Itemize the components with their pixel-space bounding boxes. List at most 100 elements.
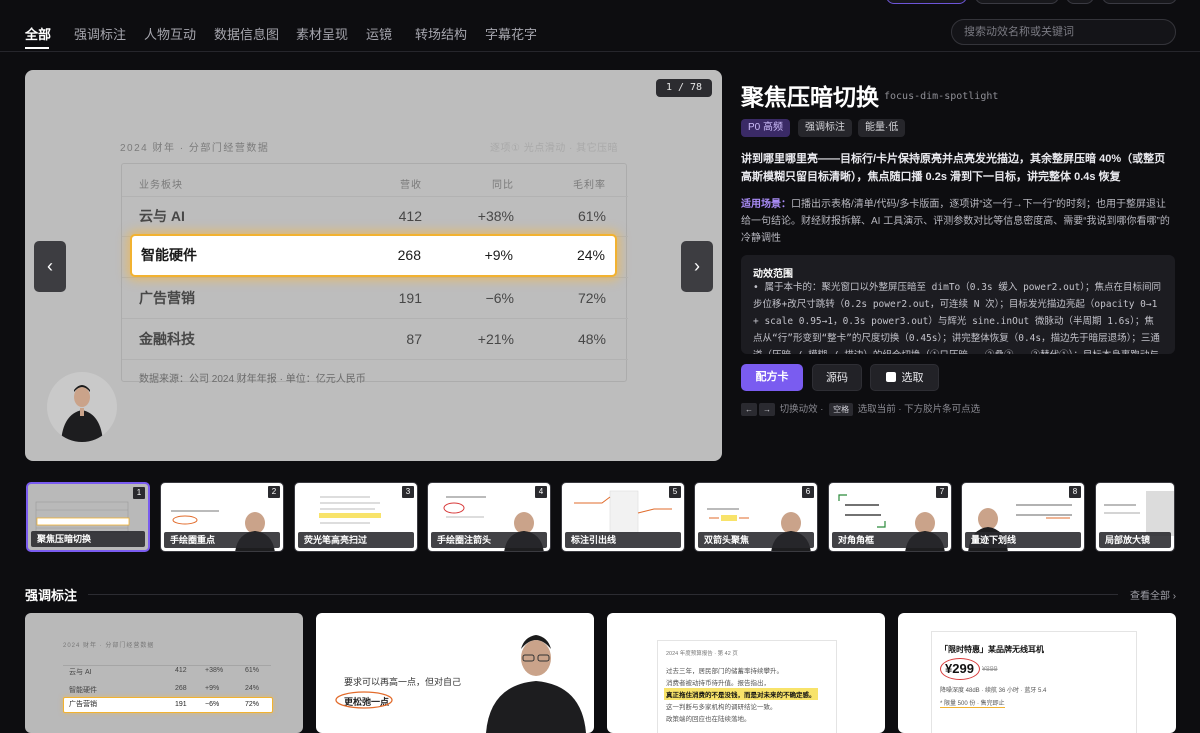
thumb-number: 4 (535, 486, 547, 498)
filmstrip-item-4[interactable]: 4 手绘圈注箭头 (427, 482, 551, 552)
card-doc-header: 2024 年度预算报告 · 第 42 页 (666, 651, 738, 657)
filmstrip-item-1[interactable]: 1 聚焦压暗切换 (26, 482, 150, 552)
slide-hint: 逐项① 光点滑动 · 其它压暗 (490, 143, 619, 154)
card-old-price: ¥899 (982, 666, 998, 673)
filmstrip-item-3[interactable]: 3 荧光笔高亮扫过 (294, 482, 418, 552)
slide-title: 2024 财年 · 分部门经营数据 (120, 143, 270, 154)
card-doc-highlight-line: 真正拖住消费的不是没钱，而是对未来的不确定感。 (664, 688, 818, 700)
card-product-note: * 限量 500 份 · 售完即止 (940, 698, 1005, 708)
search-input[interactable] (951, 19, 1176, 45)
preview-stage: 2024 财年 · 分部门经营数据 逐项① 光点滑动 · 其它压暗 业务板块 营… (25, 70, 722, 461)
table-header-yoy: 同比 (492, 180, 514, 191)
table-row: 广告营销 191 −6% 72% (122, 278, 628, 318)
thumb-label: 手绘圈重点 (164, 532, 280, 548)
cell-yoy: +9% (484, 247, 513, 263)
tab-emphasis[interactable]: 强调标注 (74, 24, 126, 43)
cell-yoy: +38% (477, 208, 514, 224)
recipe-card-button[interactable]: 配方卡 (741, 364, 803, 391)
cell-yoy: −6% (485, 290, 514, 306)
tab-subtitle-text[interactable]: 字幕花字 (485, 24, 537, 43)
thumb-label: 手绘圈注箭头 (431, 532, 547, 548)
tab-camera-move[interactable]: 运镜 (366, 24, 392, 43)
source-code-button[interactable]: 源码 (812, 364, 862, 391)
table-row: 云与 AI 412 +38% 61% (122, 196, 628, 236)
effect-card-1[interactable]: 2024 财年 · 分部门经营数据 云与 AI 412 +38% 61% 智能硬… (25, 613, 303, 733)
effect-card-4[interactable]: 「限时特惠」某品牌无线耳机 ¥299 ¥899 降噪深度 48dB · 续航 3… (898, 613, 1176, 733)
card-cell: 72% (245, 701, 260, 708)
tab-transition[interactable]: 转场结构 (415, 24, 467, 43)
select-label: 选取 (901, 372, 924, 384)
thumb-number: 1 (133, 487, 145, 499)
hint-text-switch: 切换动效 · (779, 404, 824, 415)
effect-range-text: • 属于本卡的：聚光窗口以外整屏压暗至 dimTo（0.3s 缓入 power2… (753, 282, 1162, 354)
card-highlight-row: 广告营销 191 −6% 72% (63, 697, 273, 713)
card-cell: +9% (205, 685, 220, 692)
tab-material[interactable]: 素材呈现 (296, 24, 348, 43)
cell-margin: 48% (577, 331, 606, 347)
filmstrip-item-6[interactable]: 6 双箭头聚焦 (694, 482, 818, 552)
card-cell: 智能硬件 (69, 687, 97, 694)
card-document: 2024 年度预算报告 · 第 42 页 过去三年，居民部门的储蓄率持续攀升。 … (657, 640, 837, 733)
filmstrip-item-2[interactable]: 2 手绘圈重点 (160, 482, 284, 552)
prev-slide-button[interactable]: ‹ (34, 241, 66, 292)
thumb-label: 局部放大镜 (1099, 532, 1171, 548)
effect-description: 讲到哪里哪里亮——目标行/卡片保持原亮并点亮发光描边，其余整屏压暗 40%（或整… (741, 153, 1166, 183)
effect-range-panel[interactable]: 动效范围 • 属于本卡的：聚光窗口以外整屏压暗至 dimTo（0.3s 缓入 p… (741, 255, 1175, 354)
next-slide-button[interactable]: › (681, 241, 713, 292)
cell-segment: 智能硬件 (141, 247, 197, 263)
card-row: 智能硬件 268 +9% 24% (69, 685, 269, 695)
thumb-number: 5 (669, 486, 681, 498)
card-cell: 191 (175, 701, 187, 708)
effect-range-title: 动效范围 (753, 269, 793, 280)
tab-data-infographic[interactable]: 数据信息图 (214, 24, 279, 43)
card-product: 「限时特惠」某品牌无线耳机 ¥299 ¥899 降噪深度 48dB · 续航 3… (931, 631, 1137, 733)
filmstrip-item-5[interactable]: 5 标注引出线 (561, 482, 685, 552)
cell-revenue: 268 (397, 247, 421, 263)
cell-segment: 云与 AI (139, 208, 185, 224)
effect-card-2[interactable]: 要求可以再高一点，但对自己 更松弛一点 (316, 613, 594, 733)
tab-character[interactable]: 人物互动 (144, 24, 196, 43)
filmstrip-item-9[interactable]: 局部放大镜 (1095, 482, 1175, 552)
table-divider (122, 359, 628, 360)
section-title: 强调标注 (25, 588, 78, 603)
card-product-title: 「限时特惠」某品牌无线耳机 (940, 645, 1044, 654)
keyboard-hint: ← → 切换动效 · 空格 选取当前 · 下方胶片条可点选 (741, 401, 980, 416)
table-header-margin: 毛利率 (573, 180, 606, 191)
presenter-avatar (47, 372, 117, 442)
presenter-figure-icon (61, 385, 103, 442)
cell-segment: 广告营销 (139, 290, 195, 306)
thumb-number: 7 (936, 486, 948, 498)
checkbox-icon (885, 372, 896, 382)
category-nav: 全部 强调标注 人物互动 数据信息图 素材呈现 运镜 转场结构 字幕花字 (0, 0, 1200, 52)
view-all-link[interactable]: 查看全部 › (1130, 587, 1176, 602)
tab-all[interactable]: 全部 (25, 24, 51, 43)
cell-revenue: 87 (406, 331, 422, 347)
thumb-number: 6 (802, 486, 814, 498)
cell-margin: 24% (576, 247, 605, 263)
filmstrip-item-7[interactable]: 7 对角角框 (828, 482, 952, 552)
tag-priority: P0 高频 (741, 119, 791, 137)
presenter-figure-icon (335, 635, 586, 733)
key-left: ← (741, 403, 757, 416)
active-tab-indicator (25, 47, 49, 49)
card-cell: 61% (245, 667, 260, 674)
thumb-number: 3 (402, 486, 414, 498)
card-cell: 268 (175, 685, 187, 692)
effect-card-3[interactable]: 2024 年度预算报告 · 第 42 页 过去三年，居民部门的储蓄率持续攀升。 … (607, 613, 885, 733)
thumb-label: 双箭头聚焦 (698, 532, 814, 548)
table-header-segment: 业务板块 (139, 180, 183, 191)
select-button[interactable]: 选取 (870, 364, 939, 391)
cell-segment: 金融科技 (139, 331, 195, 347)
card-cell: −6% (205, 701, 220, 708)
card-cell: 24% (245, 685, 260, 692)
filmstrip-item-8[interactable]: 8 量迹下划线 (961, 482, 1085, 552)
card-cell: +38% (205, 667, 224, 674)
cell-margin: 72% (577, 290, 606, 306)
table-header-revenue: 营收 (400, 180, 422, 191)
cell-margin: 61% (577, 208, 606, 224)
card-cell: 412 (175, 667, 187, 674)
thumb-label: 对角角框 (832, 532, 948, 548)
cell-yoy: +21% (477, 331, 514, 347)
key-right: → (759, 403, 775, 416)
effect-title: 聚焦压暗切换 (741, 84, 879, 110)
